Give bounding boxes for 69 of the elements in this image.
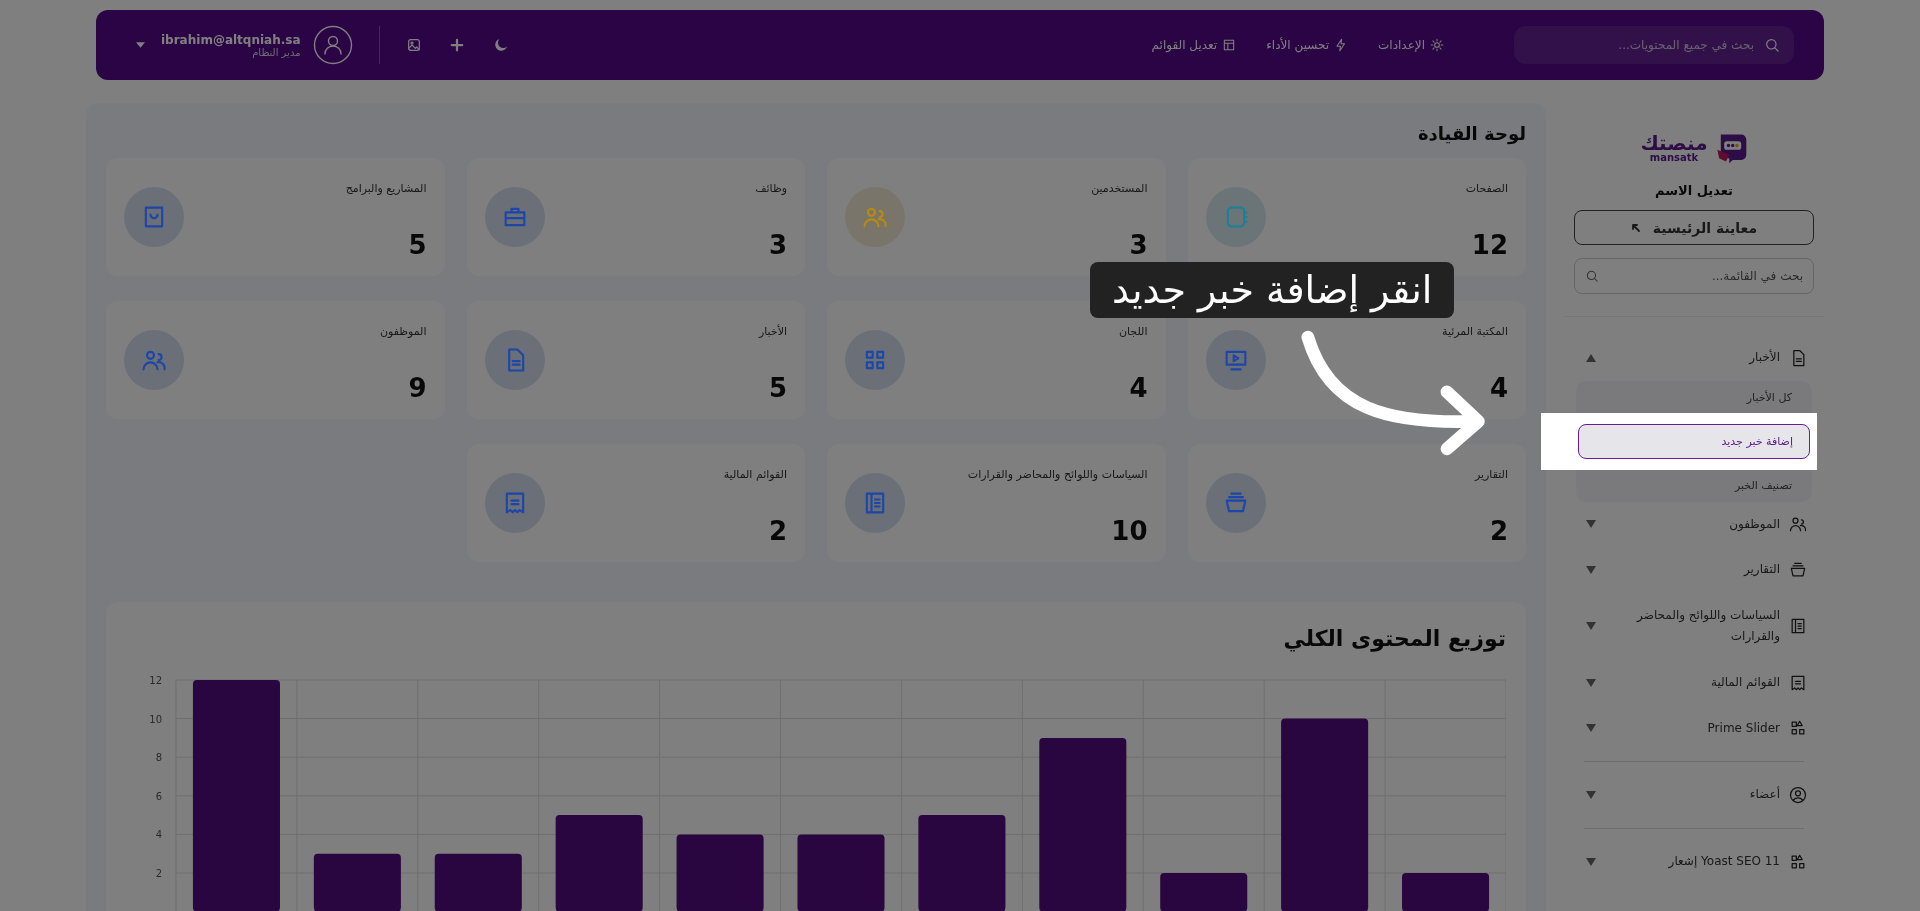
- card-label: الأخبار: [758, 325, 787, 338]
- submenu-item[interactable]: إضافة خبر جديد: [1578, 423, 1810, 459]
- card-count: 3: [767, 230, 787, 260]
- card-count: 9: [407, 373, 427, 403]
- menu-item[interactable]: السياسات واللوائح والمحاضر والقرارات: [1574, 592, 1814, 660]
- card-count: 2: [1488, 516, 1508, 546]
- menu-item[interactable]: Yoast SEO 11 إشعار: [1574, 838, 1814, 885]
- expand-icon: [1586, 566, 1596, 574]
- page-title: لوحة القيادة: [1416, 123, 1526, 144]
- tour-tooltip: انقر إضافة خبر جديد: [1090, 262, 1455, 318]
- menu-item[interactable]: الموظفون: [1574, 501, 1814, 548]
- preview-button[interactable]: معاينة الرئيسية: [1574, 210, 1814, 245]
- arrow-icon: [1630, 222, 1641, 233]
- axis-tick: 2: [155, 868, 162, 879]
- menu-icon: [1788, 784, 1808, 805]
- card-count: 12: [1470, 230, 1508, 260]
- search-icon: [1764, 37, 1780, 53]
- menu-item[interactable]: التقارير: [1574, 547, 1814, 593]
- card-count: 5: [767, 373, 787, 403]
- card-label: وظائف: [755, 182, 787, 195]
- axis-tick: 8: [155, 752, 162, 764]
- submenu-item[interactable]: كل الأخبار: [1576, 384, 1812, 410]
- menu-item[interactable]: Prime Slider: [1574, 705, 1814, 752]
- image-icon[interactable]: [405, 37, 422, 53]
- menu-item[interactable]: أعضاء: [1574, 772, 1814, 818]
- card-count: 2: [767, 516, 787, 546]
- menu-item[interactable]: القوائم المالية: [1574, 659, 1814, 706]
- user-email: ibrahim@altqniah.sa: [161, 32, 301, 47]
- expand-icon: [1586, 678, 1596, 687]
- chart-title: توزيع المحتوى الكلي: [1282, 626, 1506, 651]
- expand-icon: [1586, 857, 1596, 866]
- nav-link[interactable]: الإعدادات: [1378, 38, 1444, 52]
- card-label: السياسات واللوائح والمحاضر والقرارات: [967, 468, 1148, 481]
- axis-tick: 6: [155, 790, 162, 802]
- card-count: 4: [1488, 373, 1508, 403]
- card-label: المشاريع والبرامج: [345, 182, 427, 195]
- axis-tick: 10: [149, 713, 162, 725]
- collapse-icon: [1586, 353, 1596, 362]
- expand-icon: [1586, 790, 1596, 799]
- avatar-icon[interactable]: [312, 25, 353, 65]
- gear-icon: [1430, 38, 1444, 52]
- card-label: المستخدمين: [1091, 182, 1148, 195]
- logo-text: منصتك: [1640, 133, 1708, 153]
- search-icon: [1585, 269, 1599, 283]
- card-label: الصفحات: [1465, 182, 1508, 195]
- layout-icon: [1222, 38, 1237, 52]
- axis-tick: 4: [155, 829, 162, 841]
- submenu-item[interactable]: تصنيف الخبر: [1576, 472, 1812, 498]
- expand-icon: [1586, 520, 1596, 529]
- expand-icon: [1586, 622, 1596, 631]
- menu-item[interactable]: الأخبار: [1574, 335, 1814, 381]
- card-label: اللجان: [1118, 325, 1148, 338]
- axis-tick: 12: [149, 675, 162, 686]
- card-count: 10: [1110, 516, 1148, 546]
- card-label: القوائم المالية: [723, 468, 787, 481]
- caret-icon[interactable]: [136, 42, 145, 48]
- user-role: مدير النظام: [252, 46, 301, 58]
- nav-link[interactable]: تحسين الأداء: [1266, 38, 1349, 52]
- nav-link[interactable]: تعديل القوائم: [1151, 38, 1237, 52]
- search-field[interactable]: بحث في القائمة...: [1574, 258, 1814, 294]
- card-count: 4: [1128, 373, 1148, 403]
- card-label: الموظفون: [379, 325, 427, 338]
- expand-icon: [1586, 724, 1596, 733]
- card-label: التقارير: [1474, 468, 1508, 481]
- card-label: المكتبة المرئية: [1442, 325, 1508, 338]
- card-count: 3: [1128, 230, 1148, 260]
- logo-text: mansatk: [1649, 153, 1699, 163]
- site-name[interactable]: تعديل الاسم: [1574, 183, 1814, 198]
- card-count: 5: [407, 230, 427, 260]
